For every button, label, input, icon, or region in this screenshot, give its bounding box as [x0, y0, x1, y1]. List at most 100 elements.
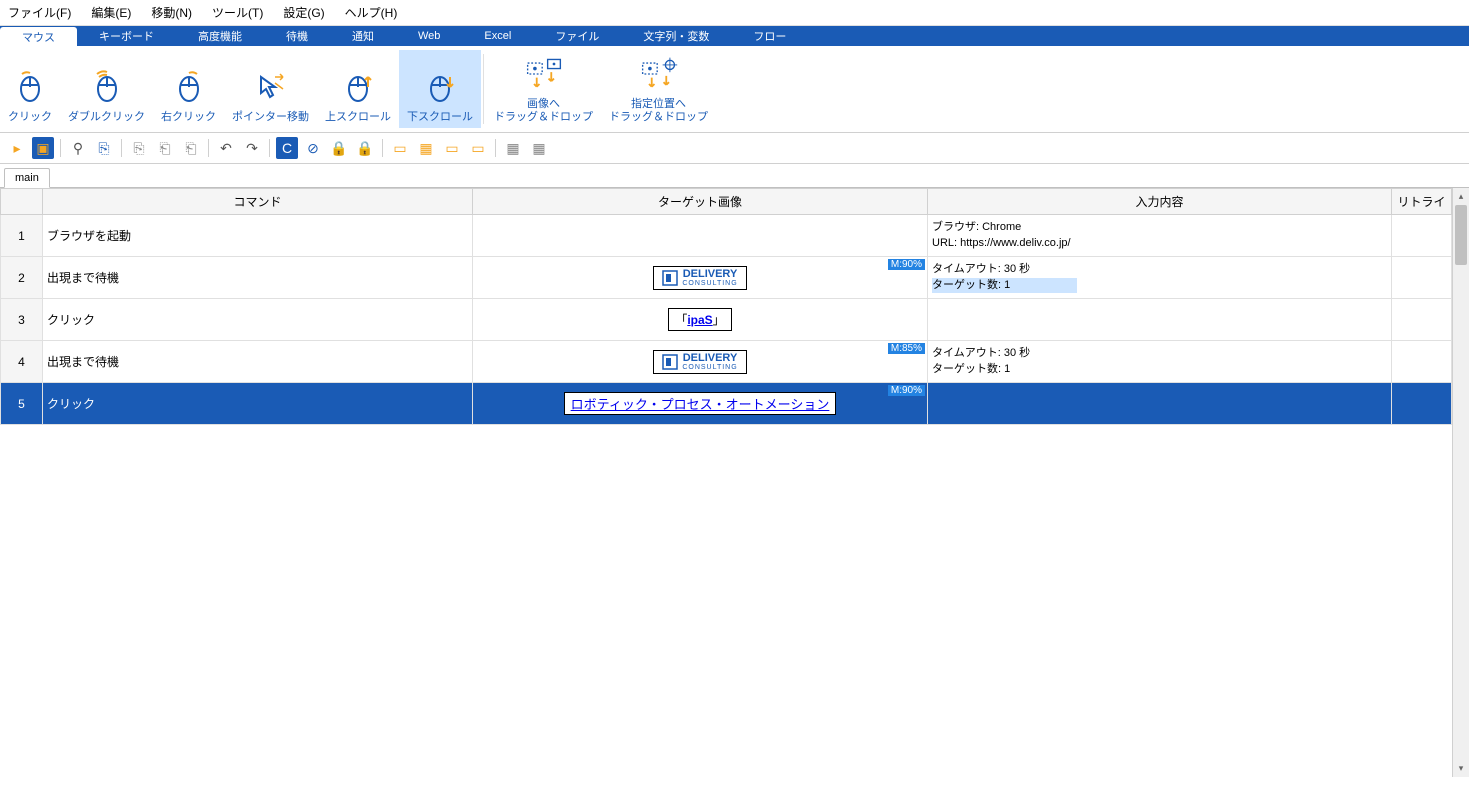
ribbon-click-button[interactable]: クリック: [0, 50, 60, 128]
row-number: 1: [1, 215, 43, 257]
column-header-input[interactable]: 入力内容: [928, 189, 1392, 215]
row-target-image[interactable]: M:85%DELIVERYCONSULTING: [473, 341, 928, 383]
match-badge: M:90%: [888, 385, 925, 396]
ribbon-dragpos-button[interactable]: 指定位置へドラッグ＆ドロップ: [601, 50, 716, 128]
ribbon-tab-7[interactable]: ファイル: [533, 26, 621, 46]
ribbon-tab-4[interactable]: 通知: [330, 26, 396, 46]
column-header-command[interactable]: コマンド: [43, 189, 473, 215]
ribbon-tab-6[interactable]: Excel: [462, 26, 533, 46]
scrollup-icon: [338, 67, 378, 107]
row-input[interactable]: [928, 299, 1392, 341]
menu-settings[interactable]: 設定(G): [279, 2, 328, 23]
row-target-image[interactable]: [473, 215, 928, 257]
ribbon-tab-0[interactable]: マウス: [0, 27, 77, 46]
row-command[interactable]: クリック: [43, 299, 473, 341]
delivery-logo-thumb: DELIVERYCONSULTING: [653, 266, 746, 290]
grid-row-1[interactable]: 1ブラウザを起動 ブラウザ: ChromeURL: https://www.del…: [1, 215, 1452, 257]
ribbon-tab-3[interactable]: 待機: [264, 26, 330, 46]
row-target-image[interactable]: 「ipaS」: [473, 299, 928, 341]
scroll-down-arrow-icon[interactable]: ▾: [1453, 760, 1469, 777]
ribbon-tab-5[interactable]: Web: [396, 26, 462, 46]
grid-row-2[interactable]: 2出現まで待機M:90%DELIVERYCONSULTINGタイムアウト: 30…: [1, 257, 1452, 299]
ribbon-label: クリック: [8, 111, 52, 124]
ribbon-dragimg-button[interactable]: 画像へドラッグ＆ドロップ: [486, 50, 601, 128]
input-line: タイムアウト: 30 秒: [932, 262, 1387, 277]
row-input[interactable]: タイムアウト: 30 秒ターゲット数: 1: [928, 341, 1392, 383]
redo-icon[interactable]: ↷: [241, 137, 263, 159]
input-line: タイムアウト: 30 秒: [932, 346, 1387, 361]
row-number: 2: [1, 257, 43, 299]
menu-navigate[interactable]: 移動(N): [147, 2, 196, 23]
no-capture-icon[interactable]: ⊘: [302, 137, 324, 159]
row-command[interactable]: クリック: [43, 383, 473, 425]
column-header-retry[interactable]: リトライ: [1392, 189, 1452, 215]
lock-icon[interactable]: 🔒: [328, 137, 350, 159]
ribbon-rclick-button[interactable]: 右クリック: [153, 50, 224, 128]
table2-icon[interactable]: ▦: [528, 137, 550, 159]
menu-edit[interactable]: 編集(E): [87, 2, 135, 23]
step-icon[interactable]: ▣: [32, 137, 54, 159]
zoom-icon[interactable]: ⚲: [67, 137, 89, 159]
ribbon-tab-8[interactable]: 文字列・変数: [621, 26, 731, 46]
input-line: ターゲット数: 1: [932, 362, 1387, 377]
grid-row-4[interactable]: 4出現まで待機M:85%DELIVERYCONSULTINGタイムアウト: 30…: [1, 341, 1452, 383]
vertical-scrollbar[interactable]: ▴ ▾: [1452, 188, 1469, 777]
row-target-image[interactable]: M:90%ロボティック・プロセス・オートメーション: [473, 383, 928, 425]
undo-icon[interactable]: ↶: [215, 137, 237, 159]
row-input[interactable]: タイムアウト: 30 秒ターゲット数: 1: [928, 257, 1392, 299]
row-command[interactable]: 出現まで待機: [43, 341, 473, 383]
row-retry[interactable]: [1392, 299, 1452, 341]
row-target-image[interactable]: M:90%DELIVERYCONSULTING: [473, 257, 928, 299]
row-command[interactable]: ブラウザを起動: [43, 215, 473, 257]
delete-row-icon[interactable]: ⎗: [154, 137, 176, 159]
click-icon: [10, 67, 50, 107]
ribbon-move-button[interactable]: ポインター移動: [224, 50, 317, 128]
add-lock-icon[interactable]: 🔒: [354, 137, 376, 159]
input-line: ターゲット数: 1: [932, 278, 1387, 293]
grid-icon[interactable]: ▦: [415, 137, 437, 159]
row-retry[interactable]: [1392, 383, 1452, 425]
table-icon[interactable]: ▦: [502, 137, 524, 159]
dblclick-icon: [87, 67, 127, 107]
ribbon-label: 下スクロール: [407, 111, 473, 124]
menu-help[interactable]: ヘルプ(H): [341, 2, 402, 23]
row-input[interactable]: [928, 383, 1392, 425]
select-icon[interactable]: ▭: [441, 137, 463, 159]
crop-icon[interactable]: ▭: [467, 137, 489, 159]
row-retry[interactable]: [1392, 341, 1452, 383]
document-tab-main[interactable]: main: [4, 168, 50, 188]
grid-row-3[interactable]: 3クリック「ipaS」: [1, 299, 1452, 341]
ribbon-scrollup-button[interactable]: 上スクロール: [317, 50, 399, 128]
match-badge: M:85%: [888, 343, 925, 354]
scrolldown-icon: [420, 67, 460, 107]
highlight-icon[interactable]: ▭: [389, 137, 411, 159]
row-retry[interactable]: [1392, 257, 1452, 299]
ribbon-dblclick-button[interactable]: ダブルクリック: [60, 50, 153, 128]
grid-row-5[interactable]: 5クリックM:90%ロボティック・プロセス・オートメーション: [1, 383, 1452, 425]
ribbon-label: 画像へドラッグ＆ドロップ: [494, 98, 593, 124]
insert-row-icon[interactable]: ⎘: [128, 137, 150, 159]
scrollbar-thumb[interactable]: [1455, 205, 1467, 265]
ribbon-label: 右クリック: [161, 111, 216, 124]
ribbon-scrolldown-button[interactable]: 下スクロール: [399, 50, 481, 128]
capture-icon[interactable]: C: [276, 137, 298, 159]
column-header-number[interactable]: [1, 189, 43, 215]
ribbon-tab-9[interactable]: フロー: [731, 26, 808, 46]
scroll-up-arrow-icon[interactable]: ▴: [1453, 188, 1469, 205]
dragimg-icon: [524, 54, 564, 94]
ribbon-tab-1[interactable]: キーボード: [77, 26, 176, 46]
copy-row-icon[interactable]: ⎗: [180, 137, 202, 159]
ribbon-tab-2[interactable]: 高度機能: [176, 26, 264, 46]
row-retry[interactable]: [1392, 215, 1452, 257]
menu-file[interactable]: ファイル(F): [4, 2, 75, 23]
column-header-target-image[interactable]: ターゲット画像: [473, 189, 928, 215]
menu-tools[interactable]: ツール(T): [208, 2, 267, 23]
insert-before-icon[interactable]: ⎘: [93, 137, 115, 159]
row-number: 5: [1, 383, 43, 425]
rclick-icon: [169, 67, 209, 107]
row-input[interactable]: ブラウザ: ChromeURL: https://www.deliv.co.jp…: [928, 215, 1392, 257]
ribbon-label: 上スクロール: [325, 111, 391, 124]
row-command[interactable]: 出現まで待機: [43, 257, 473, 299]
input-line: ブラウザ: Chrome: [932, 220, 1387, 235]
step-into-icon[interactable]: ▸: [6, 137, 28, 159]
